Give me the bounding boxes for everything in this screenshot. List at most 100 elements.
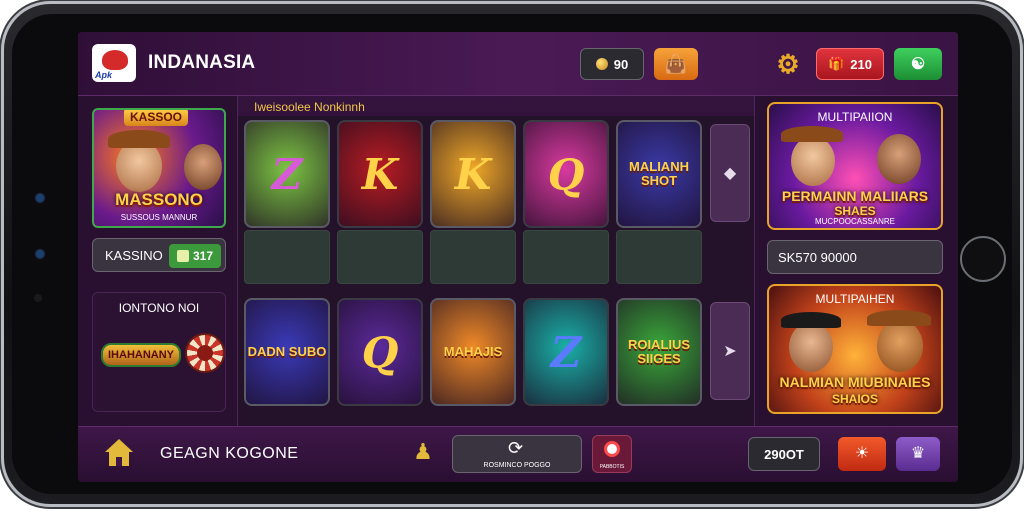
bottom-label: GEAGN KOGONE <box>160 445 299 462</box>
coin-icon <box>595 58 608 70</box>
game-tile[interactable]: Q <box>523 120 609 228</box>
target-label: PABBOTIS <box>599 464 625 470</box>
ticket-icon <box>176 250 189 262</box>
refresh-button[interactable]: ⟳ ROSMINCO POGGO <box>452 435 582 473</box>
tile-label: Q <box>361 327 399 377</box>
refresh-icon: ⟳ <box>508 438 524 458</box>
camera-dot <box>36 250 44 258</box>
brand-name: INDANASIA <box>148 52 256 73</box>
gift-icon: 🎁 <box>828 56 845 71</box>
promo-1-heading: MULTIPAIION <box>817 110 893 124</box>
character-portrait <box>877 134 921 184</box>
tile-label: DADN SUBO <box>247 343 327 359</box>
scroll-up-button[interactable]: ◆ <box>710 124 750 222</box>
hat-shape <box>867 310 931 326</box>
game-tile[interactable]: ROIALIUS SIIGES <box>616 298 702 406</box>
bottom-bar: GEAGN KOGONE ♟ ⟳ ROSMINCO POGGO PABBOTIS… <box>78 426 958 482</box>
game-tile[interactable]: DADN SUBO <box>244 298 330 406</box>
shop-button[interactable]: 👜 <box>654 48 698 80</box>
promo-2-title: NALMIAN MIUBINAIES <box>779 374 931 390</box>
game-tile[interactable]: Z <box>523 298 609 406</box>
vip-button[interactable]: ♛ <box>896 437 940 471</box>
gift-count: 210 <box>850 56 872 72</box>
coin-value: 90 <box>613 56 629 72</box>
tile-label: Z <box>271 149 303 199</box>
crown-icon: ♛ <box>910 445 926 462</box>
chevron-right-icon: ➤ <box>723 343 737 360</box>
feature-title: MASSONO <box>115 190 203 209</box>
kassino-value-badge: 317 <box>169 244 221 268</box>
bag-icon: 👜 <box>664 53 688 74</box>
promo-card-1[interactable]: MULTIPAIION PERMAINN MALIIARS SHAES MUCP… <box>767 102 943 230</box>
robot-icon[interactable]: ♟ <box>410 439 436 469</box>
count-display[interactable]: 290OT <box>748 437 820 471</box>
character-portrait <box>789 322 833 372</box>
logo-text: Apk <box>95 70 113 80</box>
refresh-label: ROSMINCO POGGO <box>483 462 551 469</box>
user-icon: ☯ <box>910 56 926 73</box>
target-button[interactable]: PABBOTIS <box>592 435 632 473</box>
target-icon <box>604 441 620 457</box>
game-tile[interactable]: K <box>430 120 516 228</box>
casino-chip-icon <box>185 333 225 373</box>
tile-label: MALIANH SHOT <box>629 158 689 188</box>
tile-label: K <box>454 149 492 199</box>
phone-frame: Apk INDANASIA 90 👜 ⚙ 🎁 210 ☯ KASSOO MASS… <box>4 4 1020 504</box>
home-door <box>116 457 122 466</box>
game-tile[interactable]: K <box>337 120 423 228</box>
empty-slot <box>430 230 516 284</box>
character-portrait <box>877 320 923 372</box>
scroll-next-button[interactable]: ➤ <box>710 302 750 400</box>
promo-card-2[interactable]: MULTIPAIHEN NALMIAN MIUBINAIES SHAIOS <box>767 284 943 414</box>
feature-subtitle: SUSSOUS MANNUR <box>120 213 198 222</box>
kassino-label: KASSINO <box>105 248 163 263</box>
game-tile[interactable]: MAHAJIS <box>430 298 516 406</box>
promo-1-title-line2: SHAES <box>834 204 876 218</box>
top-bar: Apk INDANASIA 90 👜 ⚙ 🎁 210 ☯ <box>78 32 958 96</box>
empty-slot <box>616 230 702 284</box>
phone-home-button[interactable] <box>960 236 1006 282</box>
grid-title: Iweisoolee Nonkinnh <box>254 100 365 114</box>
empty-slot <box>244 230 330 284</box>
empty-slot <box>523 230 609 284</box>
character-portrait <box>184 144 222 190</box>
right-sidebar: MULTIPAIION PERMAINN MALIIARS SHAES MUCP… <box>754 96 958 426</box>
tile-label: Q <box>547 149 585 199</box>
empty-slot <box>337 230 423 284</box>
logo-swoosh <box>102 50 128 70</box>
tile-label: MAHAJIS <box>443 343 503 359</box>
tile-label: ROIALIUS SIIGES <box>627 336 691 366</box>
roulette-logo: IHAHANANY <box>101 343 181 367</box>
settings-button[interactable]: ⚙ <box>772 48 804 80</box>
hat-shape <box>108 130 170 148</box>
character-portrait <box>791 136 835 186</box>
diamond-icon: ◆ <box>723 165 737 182</box>
profile-button[interactable]: ☯ <box>894 48 942 80</box>
game-tile[interactable]: Q <box>337 298 423 406</box>
search-field[interactable]: SK570 90000 <box>767 240 943 274</box>
promo-1-subtitle: MUCPOOCASSANRE <box>814 217 895 226</box>
roulette-title: IONTONO NOI <box>118 301 200 315</box>
game-tile[interactable]: Z <box>244 120 330 228</box>
app-screen: Apk INDANASIA 90 👜 ⚙ 🎁 210 ☯ KASSOO MASS… <box>78 32 958 482</box>
hat-shape <box>781 312 841 328</box>
tile-label: K <box>361 149 399 199</box>
featured-game-card[interactable]: KASSOO MASSONO SUSSOUS MANNUR <box>92 108 226 228</box>
bonus-button[interactable]: ☀ <box>838 437 886 471</box>
gear-icon: ⚙ <box>776 48 800 79</box>
roulette-panel[interactable]: IONTONO NOI IHAHANANY <box>92 292 226 412</box>
home-icon[interactable] <box>104 439 134 469</box>
coin-balance[interactable]: 90 <box>580 48 644 80</box>
game-tile[interactable]: MALIANH SHOT <box>616 120 702 228</box>
gift-button[interactable]: 🎁 210 <box>816 48 884 80</box>
speaker-dot <box>34 294 42 302</box>
kassino-value: 317 <box>192 249 214 263</box>
left-sidebar: KASSOO MASSONO SUSSOUS MANNUR KASSINO 31… <box>78 96 238 426</box>
hat-shape <box>781 126 843 142</box>
kassino-balance[interactable]: KASSINO 317 <box>92 238 226 272</box>
feature-badge: KASSOO <box>124 110 189 126</box>
tile-label: Z <box>550 327 582 377</box>
sensor-dot <box>36 194 44 202</box>
app-logo[interactable]: Apk <box>92 44 136 82</box>
sun-icon: ☀ <box>854 445 870 462</box>
